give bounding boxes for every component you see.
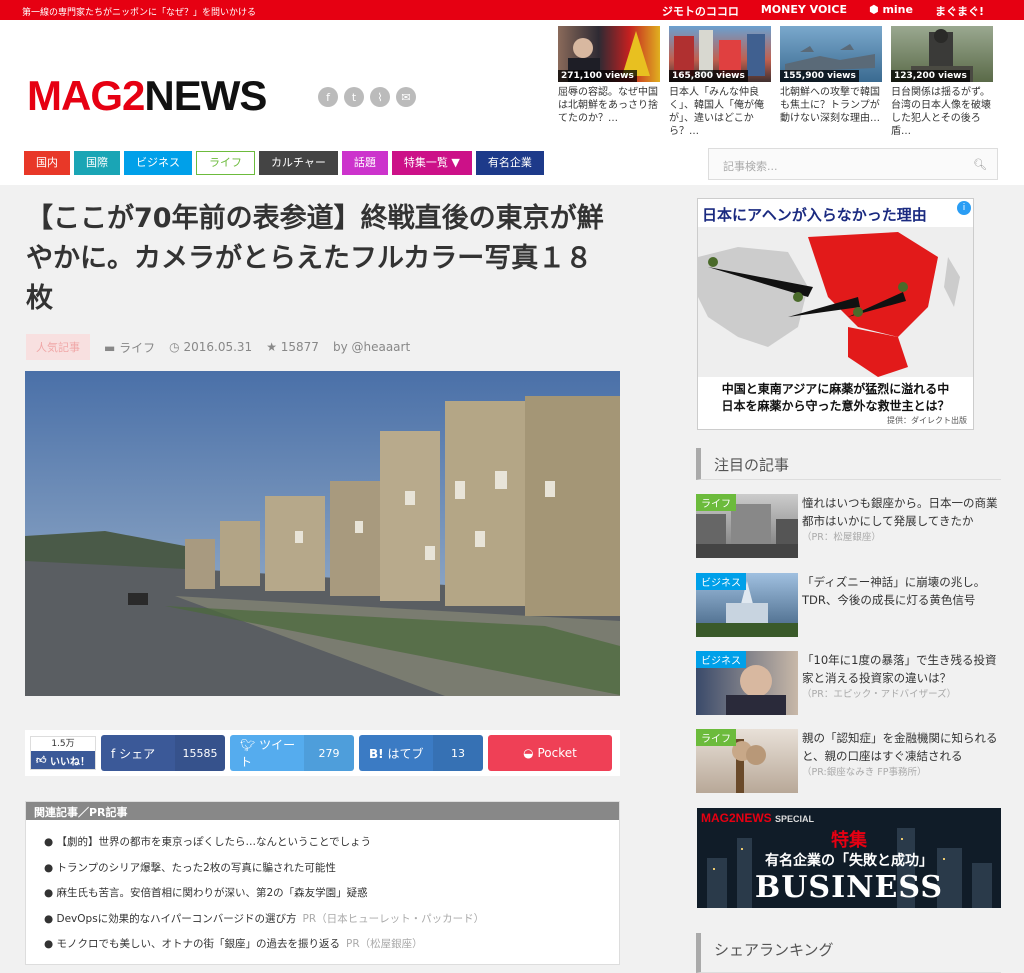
featured-item[interactable]: ライフ 憧れはいつも銀座から。日本一の商業都市はいかにして発展してきたか （PR：… <box>696 494 1001 560</box>
related-item[interactable]: ● DevOpsに効果的なハイパーコンバージドの選び方 PR（日本ヒューレット・パ… <box>44 911 619 937</box>
featured-item[interactable]: ライフ 親の「認知症」を金融機関に知られると、親の口座はすぐ凍結される （PR:銀… <box>696 729 1001 795</box>
article-title: 【ここが70年前の表参道】終戦直後の東京が鮮やかに。カメラがとらえたフルカラー写… <box>26 203 604 314</box>
link-mine[interactable]: ⬢ mine <box>869 3 913 19</box>
top-bar: 第一線の専門家たちがニッポンに「なぜ？」を問いかける ジモトのココロ MONEY… <box>0 0 1024 20</box>
hot-article-2[interactable]: 165,800 views 日本人「みんな仲良く」、韓国人「俺が俺が」、違いはど… <box>669 26 771 138</box>
twitter-icon[interactable]: t <box>344 87 364 107</box>
partner-links: ジモトのココロ MONEY VOICE ⬢ mine まぐまぐ! <box>662 3 984 19</box>
header: MAG2NEWS f t ⌇ ✉ 271,100 views 屈辱の容認。なぜ中… <box>0 20 1024 185</box>
hot-article-1[interactable]: 271,100 views 屈辱の容認。なぜ中国は北朝鮮をあっさり捨てたのか？… <box>558 26 660 138</box>
ad-caption: 中国と東南アジアに麻薬が猛烈に溢れる中 日本を麻薬から守った意外な救世主とは？ <box>721 382 950 413</box>
featured-item[interactable]: ビジネス 「ディズニー神話」に崩壊の兆し。TDR、今後の成長に灯る黄色信号 <box>696 573 1001 639</box>
rss-icon[interactable]: ⌇ <box>370 87 390 107</box>
link-jimoto[interactable]: ジモトのココロ <box>662 3 739 19</box>
hatena-icon: B! <box>369 746 384 761</box>
tagline: 第一線の専門家たちがニッポンに「なぜ？」を問いかける <box>22 8 257 18</box>
thumbs-up-icon: 👍︎ <box>36 755 47 766</box>
nav-domestic[interactable]: 国内 <box>24 151 70 175</box>
hot-article-3[interactable]: 155,900 views 北朝鮮への攻撃で韓国も焦土に？トランプが動けない深刻… <box>780 26 882 138</box>
related-item[interactable]: ● 麻生氏も苦言。安倍首相に関わりが深い、第2の「森友学園」疑惑 <box>44 885 619 911</box>
related-item[interactable]: ● 【劇的】世界の都市を東京っぽくしたら…なんということでしょう <box>44 834 619 860</box>
hot-article-4[interactable]: 123,200 views 日台関係は揺るがず。台湾の日本人像を破壊した犯人とそ… <box>891 26 993 138</box>
ad-banner[interactable]: 日本にアヘンが入らなかった理由 i 中国と東南アジアに麻薬が猛烈に溢れる中 日本… <box>697 198 974 430</box>
featured-heading: 注目の記事 <box>696 448 1001 480</box>
nav-business[interactable]: ビジネス <box>124 151 192 175</box>
star-count: ★ 15877 <box>266 340 319 354</box>
folder-icon: ▬ <box>104 340 120 355</box>
facebook-icon[interactable]: f <box>318 87 338 107</box>
ad-info-icon[interactable]: i <box>957 201 971 215</box>
hatena-share-button[interactable]: B! はてブ 13 <box>359 735 483 771</box>
site-logo[interactable]: MAG2NEWS <box>27 75 267 117</box>
link-moneyvoice[interactable]: MONEY VOICE <box>761 3 847 19</box>
nav-companies[interactable]: 有名企業 <box>475 151 544 175</box>
twitter-icon: 🐦︎ <box>240 738 256 752</box>
nav-topics[interactable]: 話題 <box>341 151 388 175</box>
ranking-heading: シェアランキング <box>696 933 1001 973</box>
nav-culture[interactable]: カルチャー <box>259 151 338 175</box>
author[interactable]: by @heaaart <box>333 340 410 354</box>
ad-map-image <box>698 227 973 377</box>
post-date: ◷ 2016.05.31 <box>169 340 253 354</box>
nav-features[interactable]: 特集一覧 ▼ <box>391 151 472 175</box>
article-photo[interactable] <box>25 371 620 696</box>
clock-icon: ◷ <box>169 340 184 354</box>
nav-life[interactable]: ライフ <box>196 151 255 175</box>
nav-international[interactable]: 国際 <box>74 151 120 175</box>
ad-headline: 日本にアヘンが入らなかった理由 <box>702 206 927 224</box>
mail-icon[interactable]: ✉ <box>396 87 416 107</box>
popular-badge: 人気記事 <box>26 334 90 360</box>
related-articles: 関連記事／PR記事 ● 【劇的】世界の都市を東京っぽくしたら…なんということでし… <box>25 801 620 965</box>
hot-thumb: 165,800 views <box>669 26 771 82</box>
article-meta: 人気記事 ▬ ライフ ◷ 2016.05.31 ★ 15877 by @heaa… <box>26 333 626 361</box>
related-item[interactable]: ● トランプのシリア爆撃、たった2枚の写真に騙された可能性 <box>44 860 619 886</box>
hot-thumb: 155,900 views <box>780 26 882 82</box>
facebook-icon: f <box>111 746 116 761</box>
ad-credit: 提供：ダイレクト出版 <box>887 416 967 425</box>
twitter-share-button[interactable]: 🐦︎ ツイート 279 <box>230 735 354 771</box>
link-mag2[interactable]: まぐまぐ! <box>935 3 984 19</box>
hot-thumb: 123,200 views <box>891 26 993 82</box>
facebook-share-button[interactable]: f シェア 15585 <box>101 735 225 771</box>
pocket-button[interactable]: ◒ Pocket <box>488 735 612 771</box>
social-icons: f t ⌇ ✉ <box>318 87 416 107</box>
like-button[interactable]: 1.5万 👍︎ いいね！ <box>30 736 96 770</box>
search-input[interactable]: 記事検索... 🔍︎ <box>708 148 998 180</box>
share-bar: 1.5万 👍︎ いいね！ f シェア 15585 🐦︎ ツイート 279 B! … <box>25 730 620 776</box>
related-heading: 関連記事／PR記事 <box>26 802 619 820</box>
featured-item[interactable]: ビジネス 「10年に1度の暴落」で生き残る投資家と消える投資家の違いは？ （PR：… <box>696 651 1001 717</box>
hot-thumb: 271,100 views <box>558 26 660 82</box>
mine-icon: ⬢ <box>869 3 883 16</box>
pocket-icon: ◒ <box>523 746 534 760</box>
photo-image <box>25 371 620 696</box>
related-item[interactable]: ● モノクロでも美しい、オトナの街「銀座」の過去を振り返る PR（松屋銀座） <box>44 936 619 962</box>
search-icon[interactable]: 🔍︎ <box>973 158 987 171</box>
category-link[interactable]: ▬ ライフ <box>104 339 155 356</box>
star-icon: ★ <box>266 340 281 354</box>
special-business-banner[interactable]: MAG2NEWS SPECIAL 特集 有名企業の「失敗と成功」 BUSINES… <box>697 808 1001 908</box>
category-nav: 国内 国際 ビジネス ライフ カルチャー 話題 特集一覧 ▼ 有名企業 <box>24 151 544 175</box>
